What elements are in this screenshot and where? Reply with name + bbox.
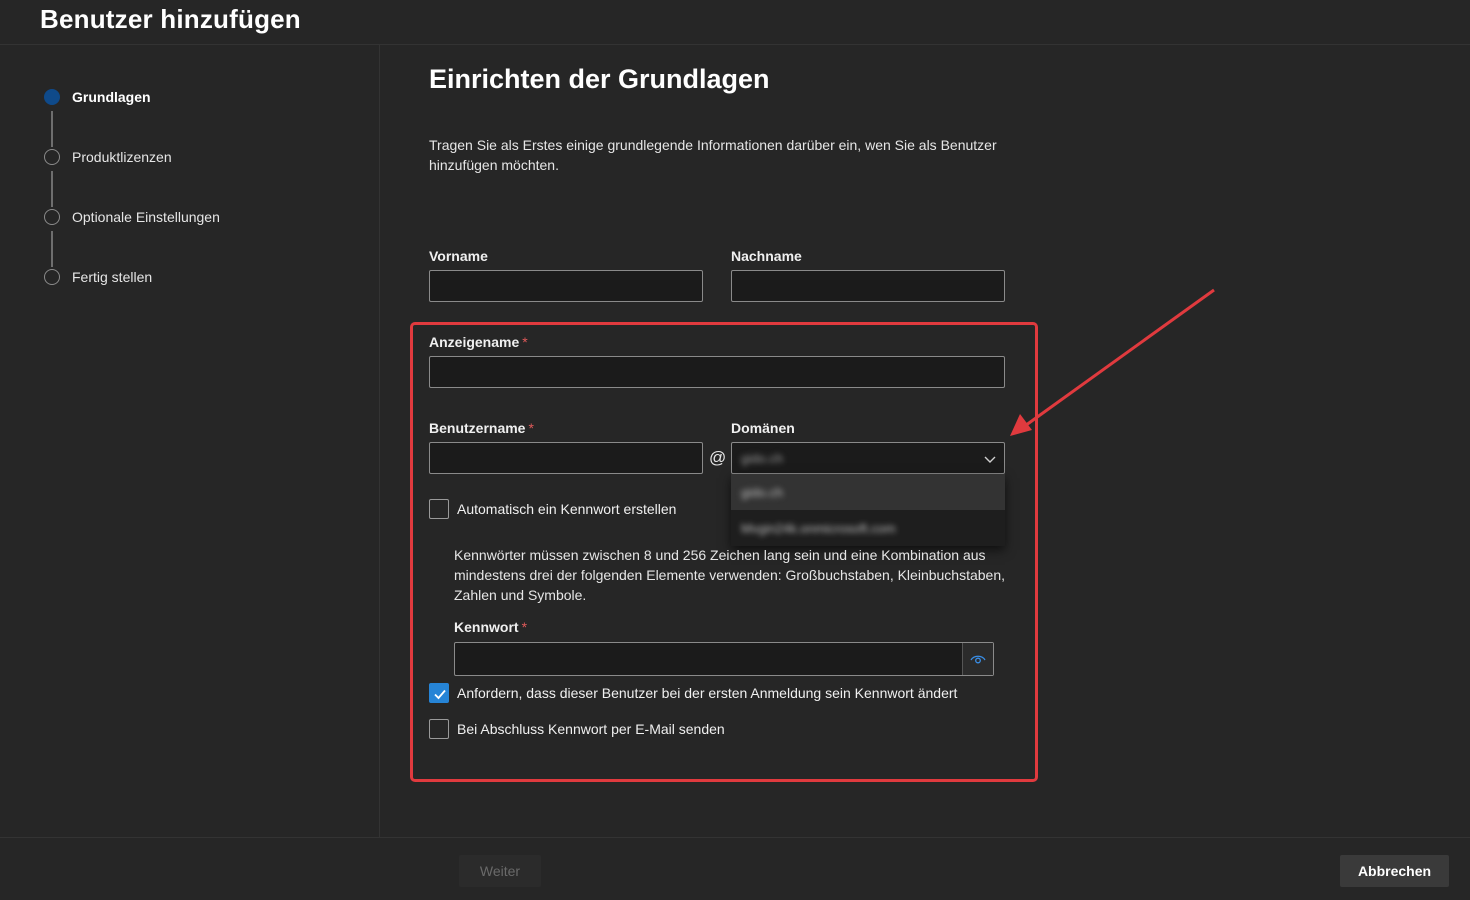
domains-selected-value: gido.ch [741,451,783,466]
require-change-label: Anfordern, dass dieser Benutzer bei der … [457,685,958,701]
display-name-input[interactable] [429,356,1005,388]
require-change-checkbox-row[interactable]: Anfordern, dass dieser Benutzer bei der … [429,683,957,703]
step-optionale-einstellungen[interactable]: Optionale Einstellungen [44,207,220,227]
step-connector [51,171,53,207]
show-password-button[interactable] [962,643,993,675]
required-marker: * [528,420,534,436]
last-name-label: Nachname [731,248,802,264]
step-dot-icon [44,209,60,225]
wizard-sidebar: Grundlagen Produktlizenzen Optionale Ein… [0,45,380,837]
step-connector [51,231,53,267]
step-fertig-stellen[interactable]: Fertig stellen [44,267,152,287]
at-symbol: @ [709,448,727,467]
domains-dropdown-list: gido.ch Mvgin24k.onmicrosoft.com [731,474,1005,546]
display-name-label-text: Anzeigename [429,334,520,350]
page-header: Benutzer hinzufügen [0,0,1470,45]
password-label: Kennwort * [454,619,527,635]
required-marker: * [522,334,528,350]
step-active-dot-icon [44,89,60,105]
display-name-label: Anzeigename * [429,334,528,350]
email-password-checkbox[interactable] [429,719,449,739]
checkmark-icon [434,689,446,700]
username-label: Benutzername * [429,420,534,436]
auto-password-checkbox[interactable] [429,499,449,519]
step-label: Optionale Einstellungen [72,209,220,225]
password-requirements-text: Kennwörter müssen zwischen 8 und 256 Zei… [454,547,1006,603]
auto-password-checkbox-row[interactable]: Automatisch ein Kennwort erstellen [429,499,676,519]
section-title: Einrichten der Grundlagen [429,64,770,94]
eye-icon [970,655,986,664]
domain-option-label: gido.ch [741,485,783,500]
wizard-footer: Weiter Abbrechen [0,837,1470,900]
username-label-text: Benutzername [429,420,526,436]
domains-label: Domänen [731,420,795,436]
first-name-input[interactable] [429,270,703,302]
last-name-input[interactable] [731,270,1005,302]
email-password-label: Bei Abschluss Kennwort per E-Mail senden [457,721,725,737]
step-label: Fertig stellen [72,269,153,285]
first-name-label: Vorname [429,248,488,264]
step-produktlizenzen[interactable]: Produktlizenzen [44,147,172,167]
password-input[interactable] [455,643,963,675]
cancel-button[interactable]: Abbrechen [1340,855,1449,887]
step-dot-icon [44,149,60,165]
password-label-text: Kennwort [454,619,519,635]
step-grundlagen[interactable]: Grundlagen [44,87,151,107]
page-title: Benutzer hinzufügen [40,4,301,34]
step-dot-icon [44,269,60,285]
next-button[interactable]: Weiter [459,855,541,887]
auto-password-label: Automatisch ein Kennwort erstellen [457,501,677,517]
username-input[interactable] [429,442,703,474]
domain-option[interactable]: gido.ch [731,474,1005,510]
required-marker: * [521,619,528,635]
step-connector [51,111,53,147]
domains-select[interactable]: gido.ch [731,442,1005,474]
email-password-checkbox-row[interactable]: Bei Abschluss Kennwort per E-Mail senden [429,719,725,739]
chevron-down-icon [984,456,996,463]
intro-text: Tragen Sie als Erstes einige grundlegend… [429,137,997,173]
require-change-checkbox[interactable] [429,683,449,703]
domain-option-label: Mvgin24k.onmicrosoft.com [741,521,896,536]
domain-option[interactable]: Mvgin24k.onmicrosoft.com [731,510,1005,546]
password-field [454,642,994,676]
step-label: Grundlagen [72,89,151,105]
step-label: Produktlizenzen [72,149,172,165]
